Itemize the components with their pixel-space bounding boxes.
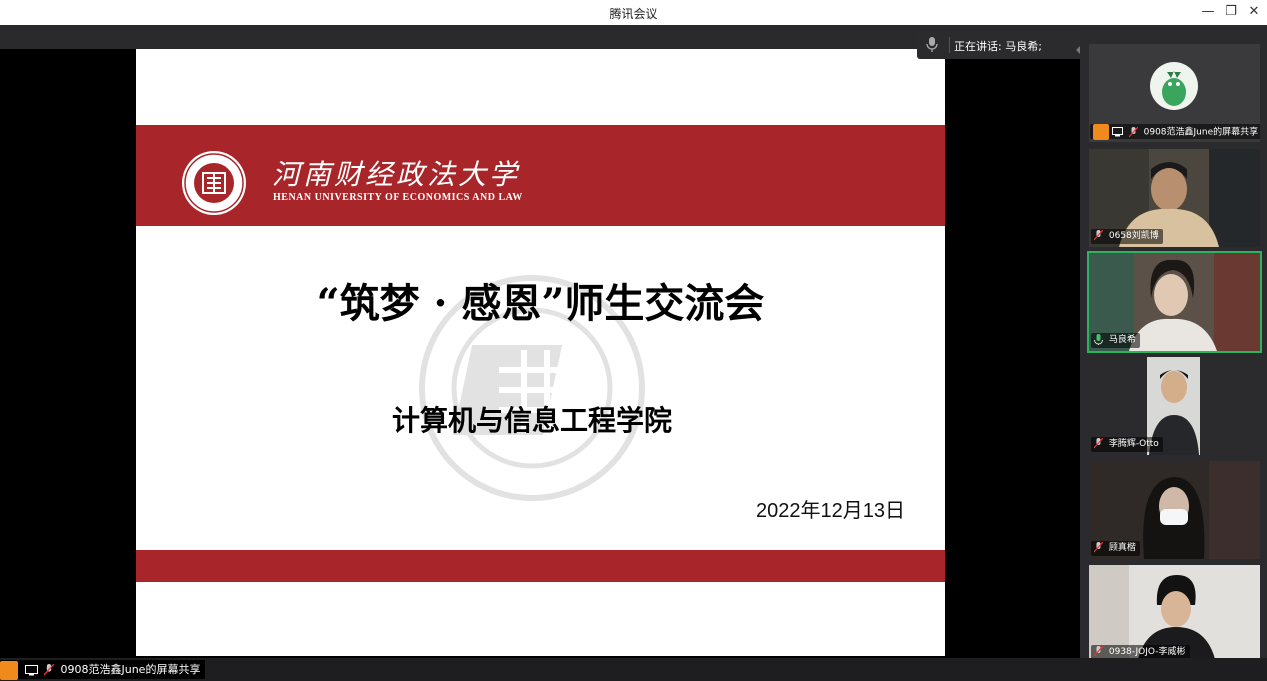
university-name-en: HENAN UNIVERSITY OF ECONOMICS AND LAW (273, 192, 523, 203)
participant-name: 0658刘凯博 (1108, 231, 1159, 241)
participant-tile[interactable]: 李腾辉-Otto (1089, 357, 1260, 455)
university-name-cn: 河南财经政法大学 (272, 158, 521, 191)
screen-share-label: 0908范浩鑫June的屏幕共享 (0, 660, 206, 680)
participant-name: 马良希 (1108, 335, 1136, 345)
title-bar: 腾讯会议 — ❐ ✕ (0, 0, 1267, 25)
participant-label: 马良希 (1091, 333, 1140, 348)
divider (949, 37, 950, 53)
microphone-muted-icon (1128, 126, 1138, 137)
minimize-button[interactable]: — (1198, 3, 1218, 21)
slide-footer-band (136, 550, 945, 582)
microphone-muted-icon (1094, 542, 1103, 553)
window-title: 腾讯会议 (609, 7, 658, 21)
slide-subtitle: 计算机与信息工程学院 (391, 404, 672, 437)
participant-name: 0938-JOJO-李威彬 (1108, 647, 1186, 657)
person-icon (1093, 124, 1109, 140)
microphone-muted-icon (1094, 230, 1103, 241)
screen-share-icon (1111, 127, 1123, 137)
participant-tile[interactable]: 0908范浩鑫June的屏幕共享 (1089, 44, 1260, 142)
participant-label: 李腾辉-Otto (1091, 437, 1163, 452)
slide-header-band: 河南财经政法大学 HENAN UNIVERSITY OF ECONOMICS A… (136, 125, 945, 226)
participant-label: 0658刘凯博 (1091, 229, 1163, 244)
participant-tile[interactable]: 0658刘凯博 (1089, 149, 1260, 247)
participant-tile-active[interactable]: 马良希 (1087, 251, 1262, 353)
participant-name: 顾真楷 (1108, 543, 1136, 553)
presentation-slide: 河南财经政法大学 HENAN UNIVERSITY OF ECONOMICS A… (136, 49, 945, 656)
dinosaur-avatar-icon (1162, 71, 1186, 106)
participant-tile[interactable]: 顾真楷 (1089, 461, 1260, 559)
microphone-muted-icon (1094, 646, 1103, 657)
participant-label: 顾真楷 (1091, 541, 1140, 556)
person-icon (0, 660, 18, 680)
screen-share-icon (24, 664, 38, 675)
participant-label: 0908范浩鑫June的屏幕共享 (1090, 124, 1260, 140)
participant-tile[interactable]: 0938-JOJO-李威彬 (1089, 565, 1260, 663)
close-button[interactable]: ✕ (1244, 3, 1264, 21)
speaking-text: 正在讲话: 马良希; (954, 40, 1042, 53)
microphone-muted-icon (1094, 438, 1103, 449)
slide-title: “筑梦 · 感恩”师生交流会 (316, 280, 765, 327)
microphone-muted-icon (44, 664, 54, 676)
participant-name: 0908范浩鑫June的屏幕共享 (1143, 127, 1259, 138)
participant-name: 李腾辉-Otto (1108, 439, 1159, 449)
microphone-active-icon (1094, 334, 1103, 345)
share-label-text: 0908范浩鑫June的屏幕共享 (60, 663, 201, 676)
avatar (1150, 62, 1198, 110)
university-seal-icon (182, 151, 246, 215)
tencent-meeting-window: 腾讯会议 — ❐ ✕ 河南财经政法大学 HENAN UNIVERSITY OF … (0, 0, 1267, 681)
restore-button[interactable]: ❐ (1221, 3, 1241, 21)
microphone-icon (926, 37, 938, 52)
slide-date: 2022年12月13日 (756, 500, 905, 522)
